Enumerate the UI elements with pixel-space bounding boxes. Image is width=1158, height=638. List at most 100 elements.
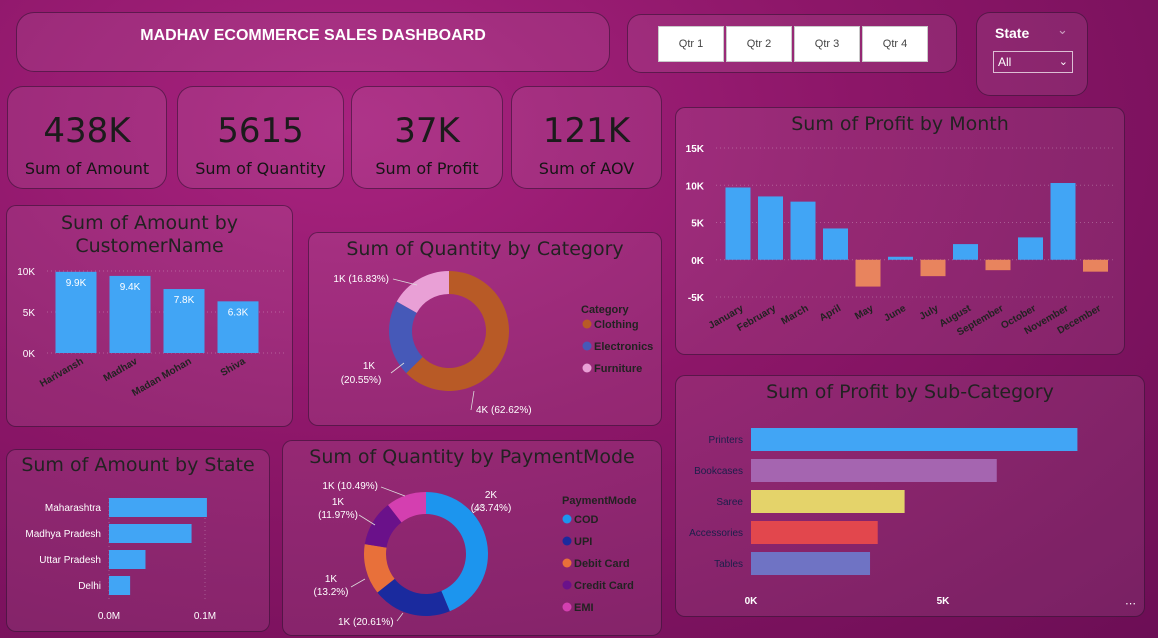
data-label: 7.8K: [174, 295, 195, 306]
x-tick-label: 5K: [937, 596, 951, 607]
legend-label: EMI: [574, 602, 594, 614]
y-tick-label: 5K: [23, 308, 36, 319]
chart-amount-by-customer: Sum of Amount by CustomerName 0K 5K 10K 9.9…: [6, 205, 293, 427]
data-label: 2K: [485, 490, 498, 501]
data-label: 1K: [363, 361, 376, 372]
kpi-value: 5615: [217, 111, 304, 151]
bar: [751, 490, 905, 513]
bar: [751, 521, 878, 544]
y-tick-label: 10K: [686, 181, 705, 192]
y-tick-label: -5K: [688, 293, 705, 304]
y-tick-label: Printers: [709, 435, 743, 446]
legend-marker: [582, 319, 592, 329]
kpi-value: 121K: [542, 111, 631, 151]
quarter-button-q3[interactable]: Qtr 3: [794, 26, 860, 62]
x-tick-label: 0.0M: [98, 611, 120, 622]
quarter-button-q2[interactable]: Qtr 2: [726, 26, 792, 62]
kpi-card-aov: 121K Sum of AOV: [511, 86, 662, 189]
legend-label: Furniture: [594, 363, 642, 375]
chart-plot: 0K 5K Printers Bookcases Saree Accessories Tab…: [689, 428, 1078, 607]
leader-line: [396, 612, 404, 622]
leader-line: [350, 578, 366, 588]
legend-label: COD: [574, 514, 599, 526]
quarter-button-q4[interactable]: Qtr 4: [862, 26, 928, 62]
state-dropdown[interactable]: All ⌄: [993, 51, 1073, 73]
data-label: 4K (62.62%): [476, 405, 532, 416]
kpi-card-quantity: 5615 Sum of Quantity: [177, 86, 344, 189]
bar: [855, 259, 881, 287]
kpi-card-profit: 37K Sum of Profit: [351, 86, 503, 189]
bar: [953, 244, 978, 260]
chart-plot: -5K0K5K10K15KJanuaryFebruary March April Ma…: [686, 144, 1116, 338]
y-tick-label: Uttar Pradesh: [39, 555, 101, 566]
x-tick-label: May: [853, 303, 876, 322]
data-label: 1K: [325, 574, 338, 585]
bar: [758, 196, 783, 260]
data-label: 1K (20.61%): [338, 617, 394, 628]
y-tick-label: Accessories: [689, 528, 743, 539]
x-tick-label: Shiva: [219, 356, 248, 379]
legend-marker: [562, 536, 572, 546]
state-slicer: State ⌄ All ⌄: [976, 12, 1088, 96]
legend-marker: [582, 363, 592, 373]
data-label: 6.3K: [228, 307, 249, 318]
dropdown-arrow-icon: ⌄: [1058, 56, 1068, 68]
chart-quantity-by-category: Sum of Quantity by Category 4K (62.62%) 1…: [308, 232, 662, 426]
x-tick-label: June: [882, 303, 908, 324]
legend-marker: [562, 602, 572, 612]
legend-marker: [562, 514, 572, 524]
data-label: (43.74%): [471, 503, 512, 514]
data-label: 1K (16.83%): [333, 274, 389, 285]
more-options-icon[interactable]: ⋯: [1125, 597, 1136, 610]
bar: [725, 187, 751, 260]
bar: [751, 552, 871, 575]
bar: [109, 576, 131, 595]
y-tick-label: Bookcases: [694, 466, 743, 477]
x-tick-label: 0K: [745, 596, 759, 607]
x-tick-label: March: [779, 303, 810, 327]
chart-plot: 0K 5K 10K 9.9K Harivansh 9.4K Madhav 7.8K Madan …: [17, 267, 287, 399]
chart-quantity-by-payment: Sum of Quantity by PaymentMode 2K (43.74%…: [282, 440, 662, 636]
bar: [790, 201, 816, 260]
bar: [888, 256, 913, 260]
y-tick-label: Maharashtra: [45, 503, 102, 514]
y-tick-label: Tables: [714, 559, 743, 570]
leader-line: [392, 278, 418, 286]
chart-amount-by-state: Sum of Amount by State 0.0M 0.1M Maharasht…: [6, 449, 270, 632]
chart-plot: 4K (62.62%) 1K (20.55%) 1K (16.83%) Category…: [333, 271, 653, 416]
bar: [823, 228, 848, 260]
leader-line: [380, 486, 406, 497]
data-label: 1K: [332, 497, 345, 508]
donut-slice: [377, 578, 450, 616]
chevron-down-icon[interactable]: ⌄: [1057, 23, 1068, 38]
y-tick-label: 0K: [691, 256, 705, 267]
kpi-value: 438K: [43, 111, 131, 151]
legend-label: Clothing: [594, 319, 639, 331]
bar: [109, 498, 207, 517]
bar: [1083, 259, 1108, 272]
x-tick-label: April: [818, 303, 843, 324]
y-tick-label: Delhi: [78, 581, 101, 592]
x-tick-label: Madan Mohan: [130, 356, 193, 399]
legend-label: Electronics: [594, 341, 653, 353]
data-label: (20.55%): [341, 375, 382, 386]
y-tick-label: 0K: [23, 349, 36, 360]
chart-plot: 2K (43.74%) 1K (20.61%) 1K (13.2%) 1K (11.97%)…: [313, 481, 636, 628]
x-tick-label: Madhav: [102, 356, 140, 384]
bar: [109, 524, 192, 543]
kpi-label: Sum of Quantity: [195, 159, 326, 178]
legend-marker: [562, 580, 572, 590]
kpi-card-amount: 438K Sum of Amount: [7, 86, 167, 189]
bar: [985, 259, 1011, 271]
state-slicer-title: State: [995, 25, 1030, 41]
quarter-button-q1[interactable]: Qtr 1: [658, 26, 724, 62]
leader-line: [470, 390, 475, 411]
bar: [1018, 237, 1043, 260]
y-tick-label: 15K: [686, 144, 705, 155]
bar: [1050, 183, 1076, 260]
data-label: 1K (10.49%): [322, 481, 378, 492]
state-dropdown-value: All: [998, 55, 1012, 69]
legend-marker: [562, 558, 572, 568]
leader-line: [358, 514, 376, 526]
y-tick-label: Madhya Pradesh: [25, 529, 101, 540]
